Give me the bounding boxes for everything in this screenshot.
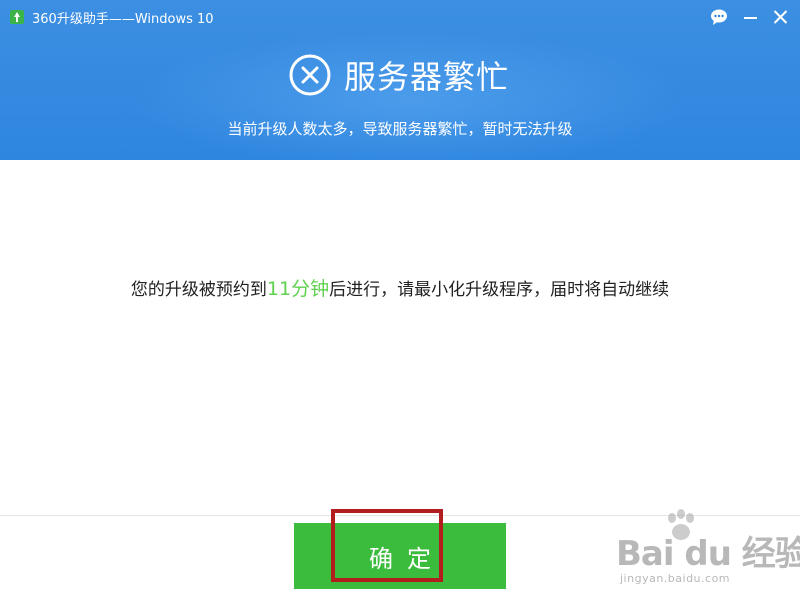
schedule-message: 您的升级被预约到11分钟后进行，请最小化升级程序，届时将自动继续 bbox=[0, 274, 800, 301]
upgrade-arrow-icon bbox=[10, 10, 24, 24]
close-button[interactable] bbox=[770, 6, 792, 28]
baidu-jingyan-watermark: Bai du 经验 jingyan.baidu.com bbox=[610, 508, 800, 594]
message-prefix: 您的升级被预约到 bbox=[130, 280, 267, 300]
circle-x-icon bbox=[289, 54, 331, 96]
watermark-url: jingyan.baidu.com bbox=[620, 572, 731, 585]
chat-bubble-icon[interactable] bbox=[708, 6, 730, 28]
confirm-button[interactable]: 确定 bbox=[294, 523, 506, 589]
wait-time-highlight: 11分钟 bbox=[266, 278, 330, 300]
watermark-brand: Bai du 经验 bbox=[616, 534, 800, 574]
status-title: 服务器繁忙 bbox=[344, 58, 510, 96]
window-title: 360升级助手——Windows 10 bbox=[32, 12, 214, 27]
minimize-button[interactable] bbox=[740, 6, 762, 28]
title-bar: 360升级助手——Windows 10 bbox=[0, 0, 800, 34]
status-row: 服务器繁忙 bbox=[288, 50, 509, 100]
header-banner: 360升级助手——Windows 10 服务器繁忙 当前升级人数太多，导致服务器… bbox=[0, 0, 800, 160]
status-subtitle: 当前升级人数太多，导致服务器繁忙，暂时无法升级 bbox=[227, 120, 573, 138]
message-suffix: 后进行，请最小化升级程序，届时将自动继续 bbox=[329, 280, 670, 300]
